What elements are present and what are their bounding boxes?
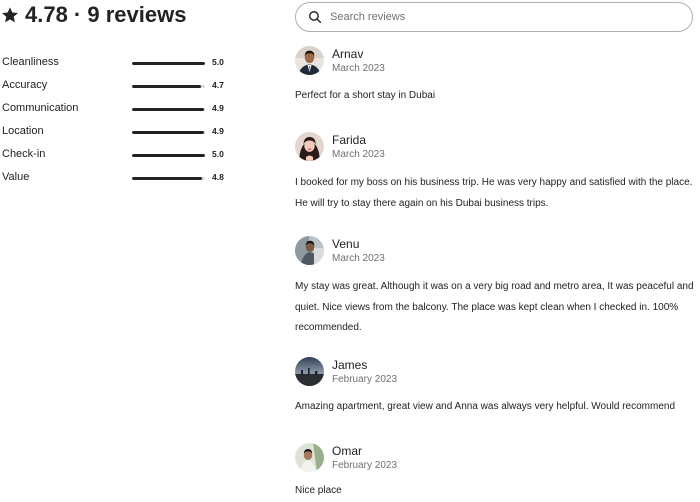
review-item: Venu March 2023 My stay was great. Altho… bbox=[295, 236, 695, 333]
review-header: Farida March 2023 bbox=[295, 132, 695, 166]
rating-row-value: Value 4.8 bbox=[0, 167, 240, 190]
review-text: Nice place bbox=[295, 485, 342, 496]
search-input[interactable] bbox=[330, 11, 670, 23]
review-header: Omar February 2023 bbox=[295, 443, 695, 477]
rating-row-communication: Communication 4.9 bbox=[0, 98, 240, 121]
review-item: Farida March 2023 I booked for my boss o… bbox=[295, 132, 695, 209]
review-text: My stay was great. Although it was on a … bbox=[295, 281, 694, 333]
review-header: Arnav March 2023 bbox=[295, 46, 695, 80]
rating-bar bbox=[132, 62, 205, 65]
review-date: March 2023 bbox=[332, 253, 385, 264]
review-item: Arnav March 2023 Perfect for a short sta… bbox=[295, 46, 695, 101]
review-date: March 2023 bbox=[332, 149, 385, 160]
avatar[interactable] bbox=[295, 46, 324, 75]
rating-bar bbox=[132, 108, 205, 111]
rating-bar-fill bbox=[132, 131, 204, 134]
avatar[interactable] bbox=[295, 443, 324, 472]
star-icon bbox=[1, 6, 19, 24]
rating-bar-fill bbox=[132, 177, 203, 180]
rating-bar bbox=[132, 177, 205, 180]
reviewer-name: James bbox=[332, 358, 368, 372]
rating-bar bbox=[132, 154, 205, 157]
review-item: Omar February 2023 Nice place bbox=[295, 443, 695, 496]
rating-and-count: 4.78 · 9 reviews bbox=[25, 2, 187, 27]
reviewer-name: Venu bbox=[332, 237, 360, 251]
rating-value: 4.8 bbox=[212, 172, 224, 182]
reviewer-name: Arnav bbox=[332, 47, 364, 61]
category-ratings: Cleanliness 5.0 Accuracy 4.7 Communicati… bbox=[0, 52, 240, 190]
rating-row-cleanliness: Cleanliness 5.0 bbox=[0, 52, 240, 75]
rating-bar-fill bbox=[132, 108, 204, 111]
search-icon bbox=[308, 10, 322, 24]
search-reviews-box[interactable] bbox=[295, 2, 693, 32]
rating-row-location: Location 4.9 bbox=[0, 121, 240, 144]
rating-value: 5.0 bbox=[212, 57, 224, 67]
reviews-heading: 4.78 · 9 reviews bbox=[1, 1, 186, 29]
review-item: James February 2023 Amazing apartment, g… bbox=[295, 357, 695, 412]
avatar[interactable] bbox=[295, 357, 324, 386]
review-date: February 2023 bbox=[332, 460, 398, 471]
review-header: Venu March 2023 bbox=[295, 236, 695, 270]
rating-value: 4.7 bbox=[212, 80, 224, 90]
rating-label: Location bbox=[2, 125, 44, 137]
reviewer-name: Omar bbox=[332, 444, 362, 458]
review-header: James February 2023 bbox=[295, 357, 695, 391]
rating-row-check-in: Check-in 5.0 bbox=[0, 144, 240, 167]
rating-row-accuracy: Accuracy 4.7 bbox=[0, 75, 240, 98]
rating-value: 5.0 bbox=[212, 149, 224, 159]
rating-value: 4.9 bbox=[212, 126, 224, 136]
rating-bar bbox=[132, 85, 205, 88]
rating-label: Communication bbox=[2, 102, 79, 114]
review-date: March 2023 bbox=[332, 63, 385, 74]
review-text: Amazing apartment, great view and Anna w… bbox=[295, 401, 676, 412]
rating-label: Check-in bbox=[2, 148, 46, 160]
reviewer-name: Farida bbox=[332, 133, 367, 147]
rating-bar-fill bbox=[132, 62, 205, 65]
rating-value: 4.9 bbox=[212, 103, 224, 113]
rating-bar bbox=[132, 131, 205, 134]
review-text: I booked for my boss on his business tri… bbox=[295, 177, 693, 209]
rating-label: Value bbox=[2, 171, 30, 183]
avatar[interactable] bbox=[295, 236, 324, 265]
rating-bar-fill bbox=[132, 85, 201, 88]
review-date: February 2023 bbox=[332, 374, 398, 385]
rating-label: Cleanliness bbox=[2, 56, 59, 68]
rating-label: Accuracy bbox=[2, 79, 48, 91]
rating-bar-fill bbox=[132, 154, 205, 157]
avatar[interactable] bbox=[295, 132, 324, 161]
review-text: Perfect for a short stay in Dubai bbox=[295, 90, 436, 101]
